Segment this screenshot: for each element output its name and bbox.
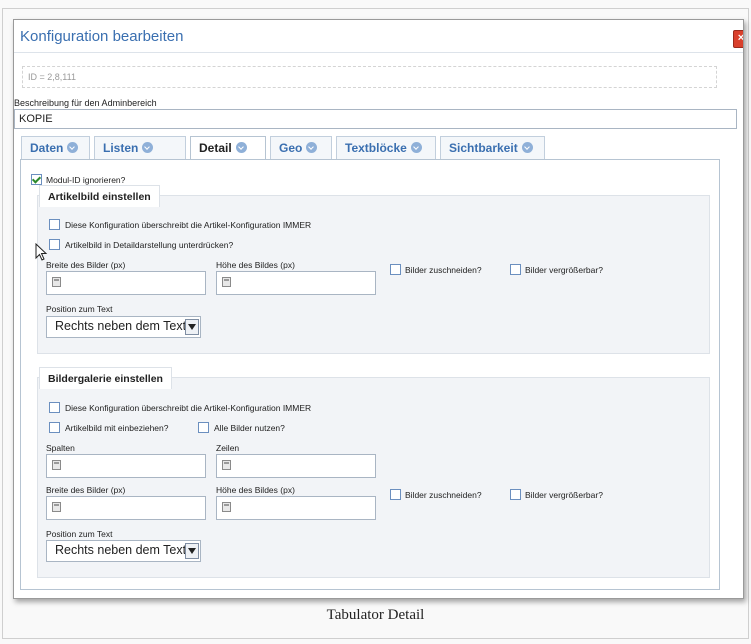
artikelbild-legend: Artikelbild einstellen	[39, 185, 160, 207]
artikelbild-suppress-label: Artikelbild in Detaildarstellung unterdr…	[65, 240, 234, 250]
dropdown-arrow-icon	[185, 543, 199, 559]
artikelbild-width-label: Breite des Bilder (px)	[46, 260, 126, 270]
id-text: ID = 2,8,111	[28, 72, 76, 82]
galerie-height-input[interactable]	[216, 496, 376, 520]
tab-textbloecke[interactable]: Textblöcke	[336, 136, 436, 161]
help-icon	[521, 142, 533, 153]
description-label: Beschreibung für den Adminbereich	[14, 98, 157, 108]
figure-caption: Tabulator Detail	[326, 607, 425, 623]
tab-label: Listen	[103, 141, 139, 155]
tab-listen[interactable]: Listen	[94, 136, 186, 161]
calculator-icon	[222, 460, 231, 470]
help-icon	[410, 142, 422, 153]
calculator-icon	[52, 502, 61, 512]
dropdown-arrow-icon	[185, 319, 199, 335]
galerie-position-label: Position zum Text	[46, 529, 113, 539]
galerie-position-select[interactable]: Rechts neben dem Text	[46, 540, 201, 562]
galerie-zoom-label: Bilder vergrößerbar?	[525, 490, 603, 500]
help-icon	[306, 142, 318, 153]
artikelbild-crop-checkbox[interactable]	[390, 264, 401, 275]
calculator-icon	[52, 460, 61, 470]
artikelbild-zoom-label: Bilder vergrößerbar?	[525, 265, 603, 275]
tab-geo[interactable]: Geo	[270, 136, 332, 161]
galerie-legend-text: Bildergalerie einstellen	[48, 373, 163, 385]
help-icon	[142, 142, 154, 153]
galerie-rows-input[interactable]	[216, 454, 376, 478]
galerie-width-label: Breite des Bilder (px)	[46, 485, 126, 495]
tab-label: Sichtbarkeit	[449, 141, 518, 155]
calculator-icon	[52, 277, 61, 287]
artikelbild-legend-text: Artikelbild einstellen	[48, 191, 151, 203]
galerie-all-label: Alle Bilder nutzen?	[214, 423, 285, 433]
help-icon	[67, 142, 79, 153]
galerie-width-input[interactable]	[46, 496, 206, 520]
close-icon[interactable]: ×	[733, 30, 743, 48]
galerie-position-value: Rechts neben dem Text	[55, 543, 187, 557]
tab-label: Geo	[279, 141, 303, 155]
artikelbild-position-select[interactable]: Rechts neben dem Text	[46, 316, 201, 338]
help-icon	[235, 142, 247, 153]
artikelbild-width-input[interactable]	[46, 271, 206, 295]
galerie-crop-label: Bilder zuschneiden?	[405, 490, 482, 500]
galerie-height-label: Höhe des Bildes (px)	[216, 485, 295, 495]
galerie-include-checkbox[interactable]	[49, 422, 60, 433]
dialog-title: Konfiguration bearbeiten	[20, 28, 184, 45]
tab-sichtbarkeit[interactable]: Sichtbarkeit	[440, 136, 545, 161]
artikelbild-suppress-checkbox[interactable]	[49, 239, 60, 250]
modul-id-checkbox[interactable]	[31, 174, 42, 185]
galerie-legend: Bildergalerie einstellen	[39, 367, 172, 389]
galerie-all-checkbox[interactable]	[198, 422, 209, 433]
artikelbild-height-label: Höhe des Bildes (px)	[216, 260, 295, 270]
artikelbild-position-label: Position zum Text	[46, 304, 113, 314]
id-box	[22, 66, 717, 88]
artikelbild-crop-label: Bilder zuschneiden?	[405, 265, 482, 275]
artikelbild-position-value: Rechts neben dem Text	[55, 319, 187, 333]
galerie-crop-checkbox[interactable]	[390, 489, 401, 500]
artikelbild-override-checkbox[interactable]	[49, 219, 60, 230]
tab-label: Daten	[30, 141, 64, 155]
galerie-override-checkbox[interactable]	[49, 402, 60, 413]
tab-label: Detail	[199, 141, 232, 155]
description-input[interactable]: KOPIE	[14, 109, 737, 129]
modul-id-label: Modul-ID ignorieren?	[46, 175, 126, 185]
calculator-icon	[222, 277, 231, 287]
galerie-rows-label: Zeilen	[216, 443, 240, 453]
galerie-columns-input[interactable]	[46, 454, 206, 478]
tab-daten[interactable]: Daten	[21, 136, 90, 161]
tab-label: Textblöcke	[345, 141, 407, 155]
calculator-icon	[222, 502, 231, 512]
artikelbild-height-input[interactable]	[216, 271, 376, 295]
galerie-columns-label: Spalten	[46, 443, 75, 453]
galerie-zoom-checkbox[interactable]	[510, 489, 521, 500]
dialog-titlebar: Konfiguration bearbeiten ×	[14, 20, 743, 53]
galerie-include-label: Artikelbild mit einbeziehen?	[65, 423, 169, 433]
artikelbild-zoom-checkbox[interactable]	[510, 264, 521, 275]
galerie-override-label: Diese Konfiguration überschreibt die Art…	[65, 403, 312, 413]
artikelbild-override-label: Diese Konfiguration überschreibt die Art…	[65, 220, 312, 230]
